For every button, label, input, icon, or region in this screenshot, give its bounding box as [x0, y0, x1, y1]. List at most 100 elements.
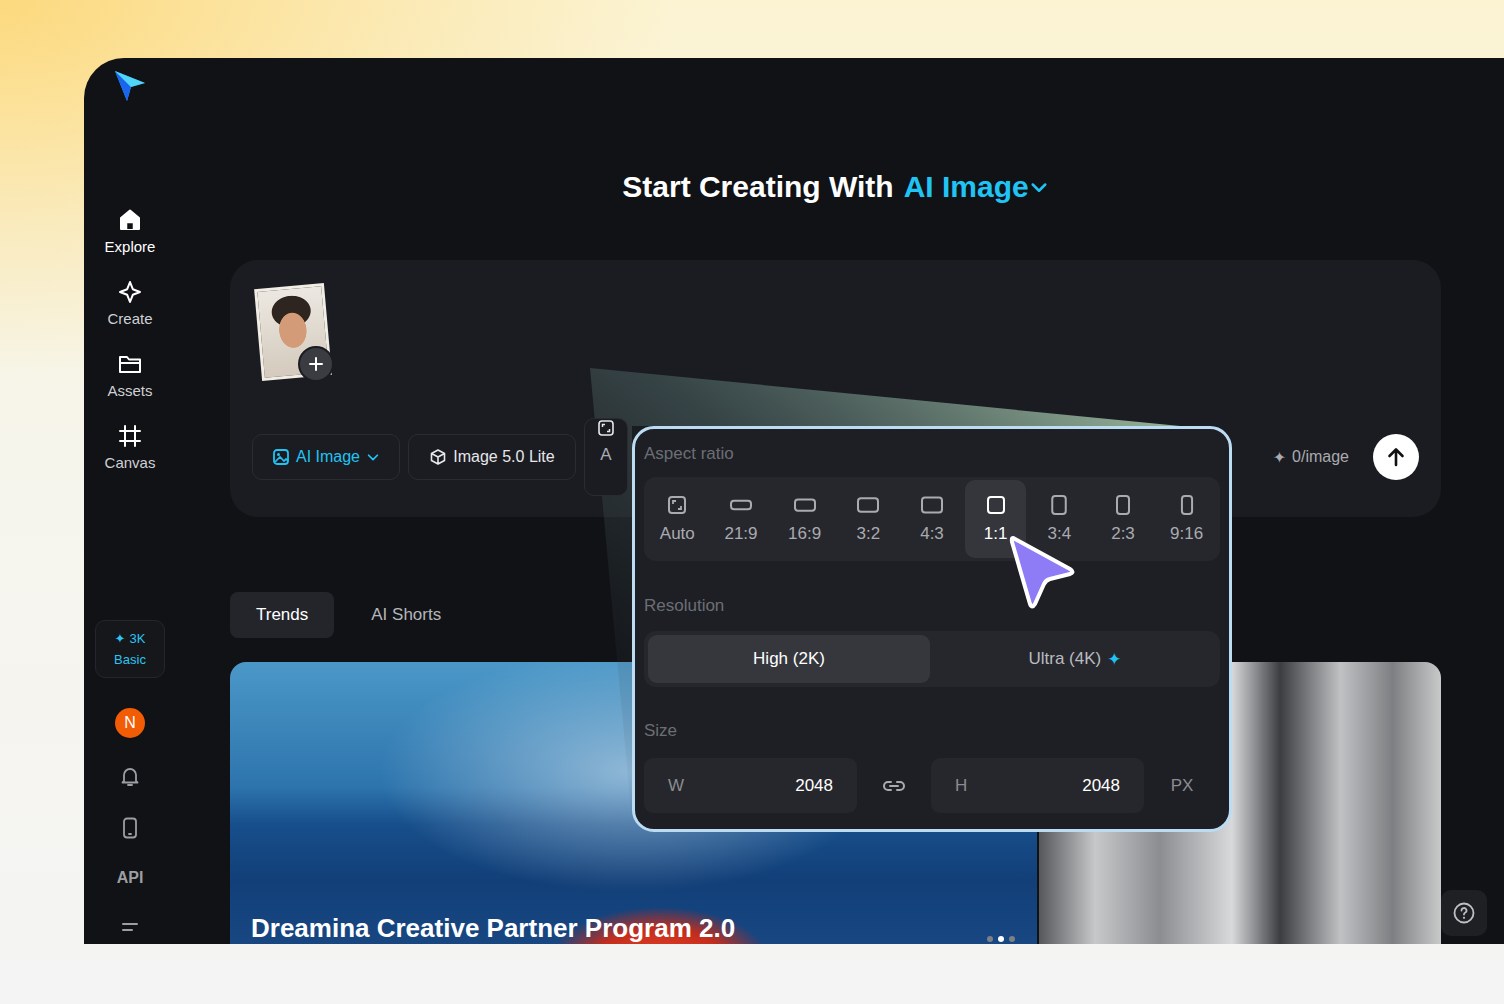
sidebar-nav: Explore Create Assets Canvas — [90, 208, 170, 496]
ratio-option[interactable]: 16:9 — [774, 480, 835, 558]
bell-icon[interactable] — [118, 764, 142, 788]
ratio-option[interactable]: 2:3 — [1093, 480, 1154, 558]
logo-icon — [112, 68, 148, 104]
sidebar-item-label: Explore — [105, 238, 156, 256]
resolution-toggle: High (2K) Ultra (4K)✦ — [644, 631, 1220, 687]
tab[interactable]: AI Shorts — [345, 592, 467, 638]
toolbar-label: Image 5.0 Lite — [453, 448, 554, 466]
field-label: W — [668, 776, 684, 796]
unit-label: PX — [1144, 776, 1220, 796]
credits-star-icon: ✦ — [115, 631, 126, 646]
ratio-label: 21:9 — [724, 524, 757, 544]
ratio-shape-icon — [1175, 494, 1199, 516]
reference-image[interactable] — [258, 286, 338, 392]
premium-star-icon: ✦ — [1107, 649, 1121, 670]
page-title: Start Creating WithAI Image — [230, 170, 1441, 204]
cost-star-icon: ✦ — [1273, 448, 1286, 467]
ratio-options: Auto 21:9 16:9 3:2 4:3 1:1 3:4 2:3 9:16 — [644, 477, 1220, 561]
ratio-shape-icon — [729, 494, 753, 516]
section-label: Aspect ratio — [644, 443, 1220, 465]
sparkle-icon — [117, 280, 143, 304]
ratio-option[interactable]: Auto — [647, 480, 708, 558]
banner-title: Dreamina Creative Partner Program 2.0 — [251, 912, 735, 944]
sidebar-item[interactable]: Canvas — [90, 424, 170, 496]
ratio-shape-icon — [1111, 494, 1135, 516]
ratio-shape-icon — [793, 494, 817, 516]
sidebar: Explore Create Assets Canvas ✦ 3K Basic N API — [84, 58, 176, 944]
ratio-option[interactable]: 3:2 — [838, 480, 899, 558]
credits-amount: ✦ 3K — [115, 631, 146, 646]
generate-button[interactable] — [1373, 434, 1419, 480]
ratio-label: 3:4 — [1048, 524, 1072, 544]
arrow-up-icon — [1384, 445, 1408, 469]
sidebar-item[interactable]: Assets — [90, 352, 170, 424]
chevron-down-icon — [1029, 177, 1049, 197]
carousel-dot[interactable] — [1009, 936, 1015, 942]
tab-label: Trends — [256, 605, 308, 625]
width-field[interactable]: W 2048 — [644, 758, 857, 813]
credits-value: 3K — [130, 631, 146, 646]
auto-ratio-icon — [665, 494, 689, 516]
image-icon — [272, 448, 290, 466]
resolution-label: High (2K) — [753, 649, 825, 669]
folder-icon — [117, 352, 143, 376]
avatar[interactable]: N — [115, 708, 145, 738]
ratio-option[interactable]: 9:16 — [1156, 480, 1217, 558]
mode-selector[interactable]: AI Image — [904, 170, 1029, 204]
carousel-dot[interactable] — [987, 936, 993, 942]
size-row: W 2048 H 2048 PX — [644, 758, 1220, 813]
tab-label: AI Shorts — [371, 605, 441, 625]
resolution-label: Ultra (4K) — [1029, 649, 1102, 669]
resolution-option[interactable]: Ultra (4K)✦ — [934, 635, 1216, 683]
home-icon — [117, 208, 143, 232]
field-value: 2048 — [1082, 776, 1120, 796]
cube-icon — [429, 448, 447, 466]
plan-label: Basic — [114, 652, 146, 667]
section-label: Resolution — [644, 595, 1220, 617]
app-window: Explore Create Assets Canvas ✦ 3K Basic N API Sta… — [84, 58, 1504, 944]
plus-icon — [300, 348, 332, 380]
carousel-dot[interactable] — [998, 936, 1004, 942]
ratio-option[interactable]: 3:4 — [1029, 480, 1090, 558]
aspect-ratio-popover: Aspect ratio Auto 21:9 16:9 3:2 4:3 1:1 3:4 2:3 9… — [632, 426, 1232, 832]
ratio-label: 2:3 — [1111, 524, 1135, 544]
sidebar-item[interactable]: Explore — [90, 208, 170, 280]
ratio-shape-icon — [1047, 494, 1071, 516]
height-field[interactable]: H 2048 — [931, 758, 1144, 813]
ratio-label: 3:2 — [857, 524, 881, 544]
phone-icon[interactable] — [118, 816, 142, 840]
mode-button[interactable]: AI Image — [252, 434, 400, 480]
credits-badge[interactable]: ✦ 3K Basic — [95, 620, 165, 678]
aspect-ratio-icon — [597, 419, 615, 437]
ratio-label: 1:1 — [984, 524, 1008, 544]
resolution-option[interactable]: High (2K) — [648, 635, 930, 683]
help-icon — [1452, 901, 1476, 925]
sidebar-item-label: Assets — [107, 382, 152, 400]
sidebar-item[interactable]: Create — [90, 280, 170, 352]
link-icon[interactable] — [857, 758, 931, 813]
ratio-shape-icon — [856, 494, 880, 516]
ratio-label: Auto — [660, 524, 695, 544]
ratio-label: 16:9 — [788, 524, 821, 544]
cost-label: 0/image — [1292, 448, 1349, 466]
field-label: H — [955, 776, 967, 796]
ratio-label: 4:3 — [920, 524, 944, 544]
menu-icon[interactable] — [118, 916, 142, 940]
field-value: 2048 — [795, 776, 833, 796]
api-link[interactable]: API — [117, 868, 144, 888]
credit-cost: ✦ 0/image — [1273, 448, 1349, 467]
carousel-dots — [987, 936, 1015, 942]
tab[interactable]: Trends — [230, 592, 334, 638]
toolbar-label: A — [600, 445, 611, 465]
ratio-option[interactable]: 21:9 — [711, 480, 772, 558]
sidebar-item-label: Canvas — [105, 454, 156, 472]
add-image-button[interactable] — [298, 346, 334, 382]
ratio-button[interactable]: A — [584, 418, 628, 496]
ratio-option[interactable]: 1:1 — [965, 480, 1026, 558]
model-button[interactable]: Image 5.0 Lite — [408, 434, 576, 480]
toolbar-label: AI Image — [296, 448, 360, 466]
frame-icon — [117, 424, 143, 448]
ratio-shape-icon — [984, 494, 1008, 516]
ratio-option[interactable]: 4:3 — [902, 480, 963, 558]
help-button[interactable] — [1441, 890, 1487, 936]
